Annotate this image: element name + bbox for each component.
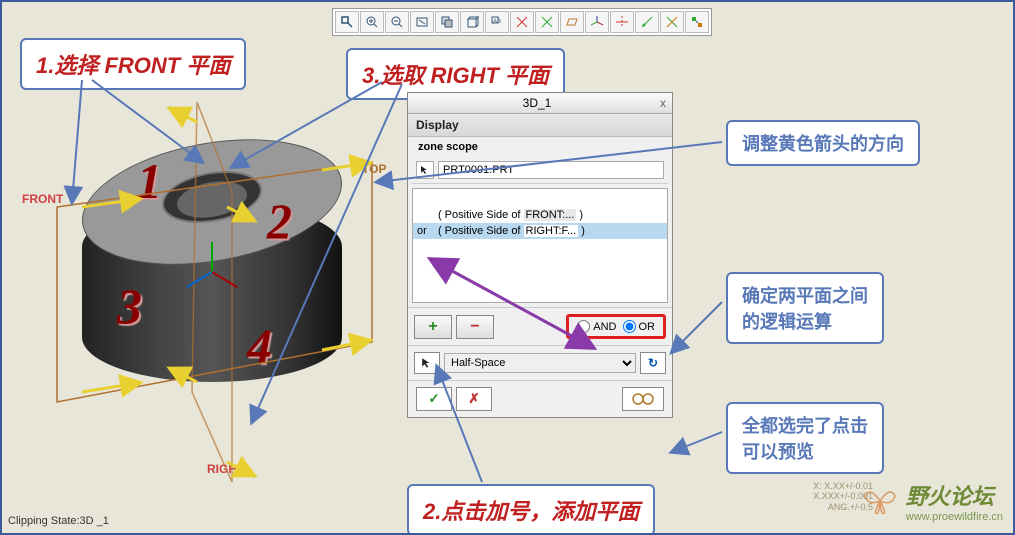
clipping-state-label: Clipping State:3D _1	[8, 515, 109, 527]
top-toolbar: AB	[332, 8, 712, 36]
display-dialog: 3D_1 x Display zone scope ( Positive Sid…	[407, 92, 673, 418]
tool-shade[interactable]	[435, 11, 459, 33]
tool-zoom-in[interactable]	[360, 11, 384, 33]
tool-curve[interactable]	[635, 11, 659, 33]
dialog-title-text: 3D_1	[414, 96, 660, 110]
callout-preview: 全都选完了点击 可以预览	[726, 402, 884, 474]
callout-preview-line2: 可以预览	[742, 438, 868, 464]
zone-scope-header: zone scope	[412, 137, 668, 157]
cancel-button[interactable]: ✗	[456, 387, 492, 411]
tool-dim2[interactable]	[535, 11, 559, 33]
row-ref: RIGHT:F...	[524, 225, 579, 237]
tool-dim1[interactable]	[510, 11, 534, 33]
row-close: )	[581, 225, 585, 237]
or-radio[interactable]: OR	[623, 320, 656, 333]
row-open: (	[438, 209, 442, 221]
row-close: )	[579, 209, 583, 221]
watermark-url: www.proewildfire.cn	[906, 511, 1003, 523]
row-open: (	[438, 225, 442, 237]
tool-annotate[interactable]: AB	[485, 11, 509, 33]
zone-list[interactable]: ( Positive Side of FRONT:... ) or ( Posi…	[412, 188, 668, 303]
logic-op-group: AND OR	[566, 314, 666, 339]
tool-zoom-out[interactable]	[385, 11, 409, 33]
and-radio[interactable]: AND	[577, 320, 616, 333]
row-ref: FRONT:...	[524, 209, 577, 221]
tool-zoom-fit[interactable]	[335, 11, 359, 33]
flip-direction-button[interactable]: ↻	[640, 352, 666, 374]
callout-yellow-arrows: 调整黄色箭头的方向	[726, 120, 920, 166]
datum-planes-overlay	[22, 92, 422, 492]
callout-preview-line1: 全都选完了点击	[742, 412, 868, 438]
app-frame: AB 1.选择 FRONT 平面 3.选取 RIGHT 平面 调整黄色箭头的方向…	[0, 0, 1015, 535]
remove-plane-button[interactable]: −	[456, 315, 494, 339]
callout-logic-line2: 的逻辑运算	[742, 308, 868, 334]
display-section-header: Display	[408, 114, 672, 137]
halfspace-select[interactable]: Half-Space	[444, 353, 636, 373]
preview-button[interactable]	[622, 387, 664, 411]
svg-text:AB: AB	[493, 19, 501, 25]
watermark: 野火论坛 www.proewildfire.cn	[860, 479, 1003, 523]
tool-wireframe[interactable]	[460, 11, 484, 33]
list-row[interactable]: ( Positive Side of FRONT:... )	[413, 207, 667, 223]
callout-step-2: 2.点击加号，添加平面	[407, 484, 655, 535]
callout-logic-line1: 确定两平面之间	[742, 282, 868, 308]
watermark-title: 野火论坛	[906, 479, 1003, 511]
tool-axis[interactable]	[610, 11, 634, 33]
list-row[interactable]: or ( Positive Side of RIGHT:F... )	[413, 223, 667, 239]
close-icon[interactable]: x	[660, 96, 666, 110]
callout-step-1: 1.选择 FRONT 平面	[20, 38, 246, 90]
row-side: Positive Side of	[445, 209, 521, 221]
3d-viewport[interactable]: 1 2 3 4 FRONT TOP RIGHT	[22, 92, 422, 492]
tool-plane[interactable]	[560, 11, 584, 33]
tool-point[interactable]	[660, 11, 684, 33]
tool-network[interactable]	[685, 11, 709, 33]
tool-csys[interactable]	[585, 11, 609, 33]
tool-refit[interactable]	[410, 11, 434, 33]
callout-logic-op: 确定两平面之间 的逻辑运算	[726, 272, 884, 344]
scope-input[interactable]	[438, 161, 664, 179]
dialog-titlebar[interactable]: 3D_1 x	[408, 93, 672, 114]
butterfly-icon	[860, 481, 900, 521]
row-side: Positive Side of	[445, 225, 521, 237]
